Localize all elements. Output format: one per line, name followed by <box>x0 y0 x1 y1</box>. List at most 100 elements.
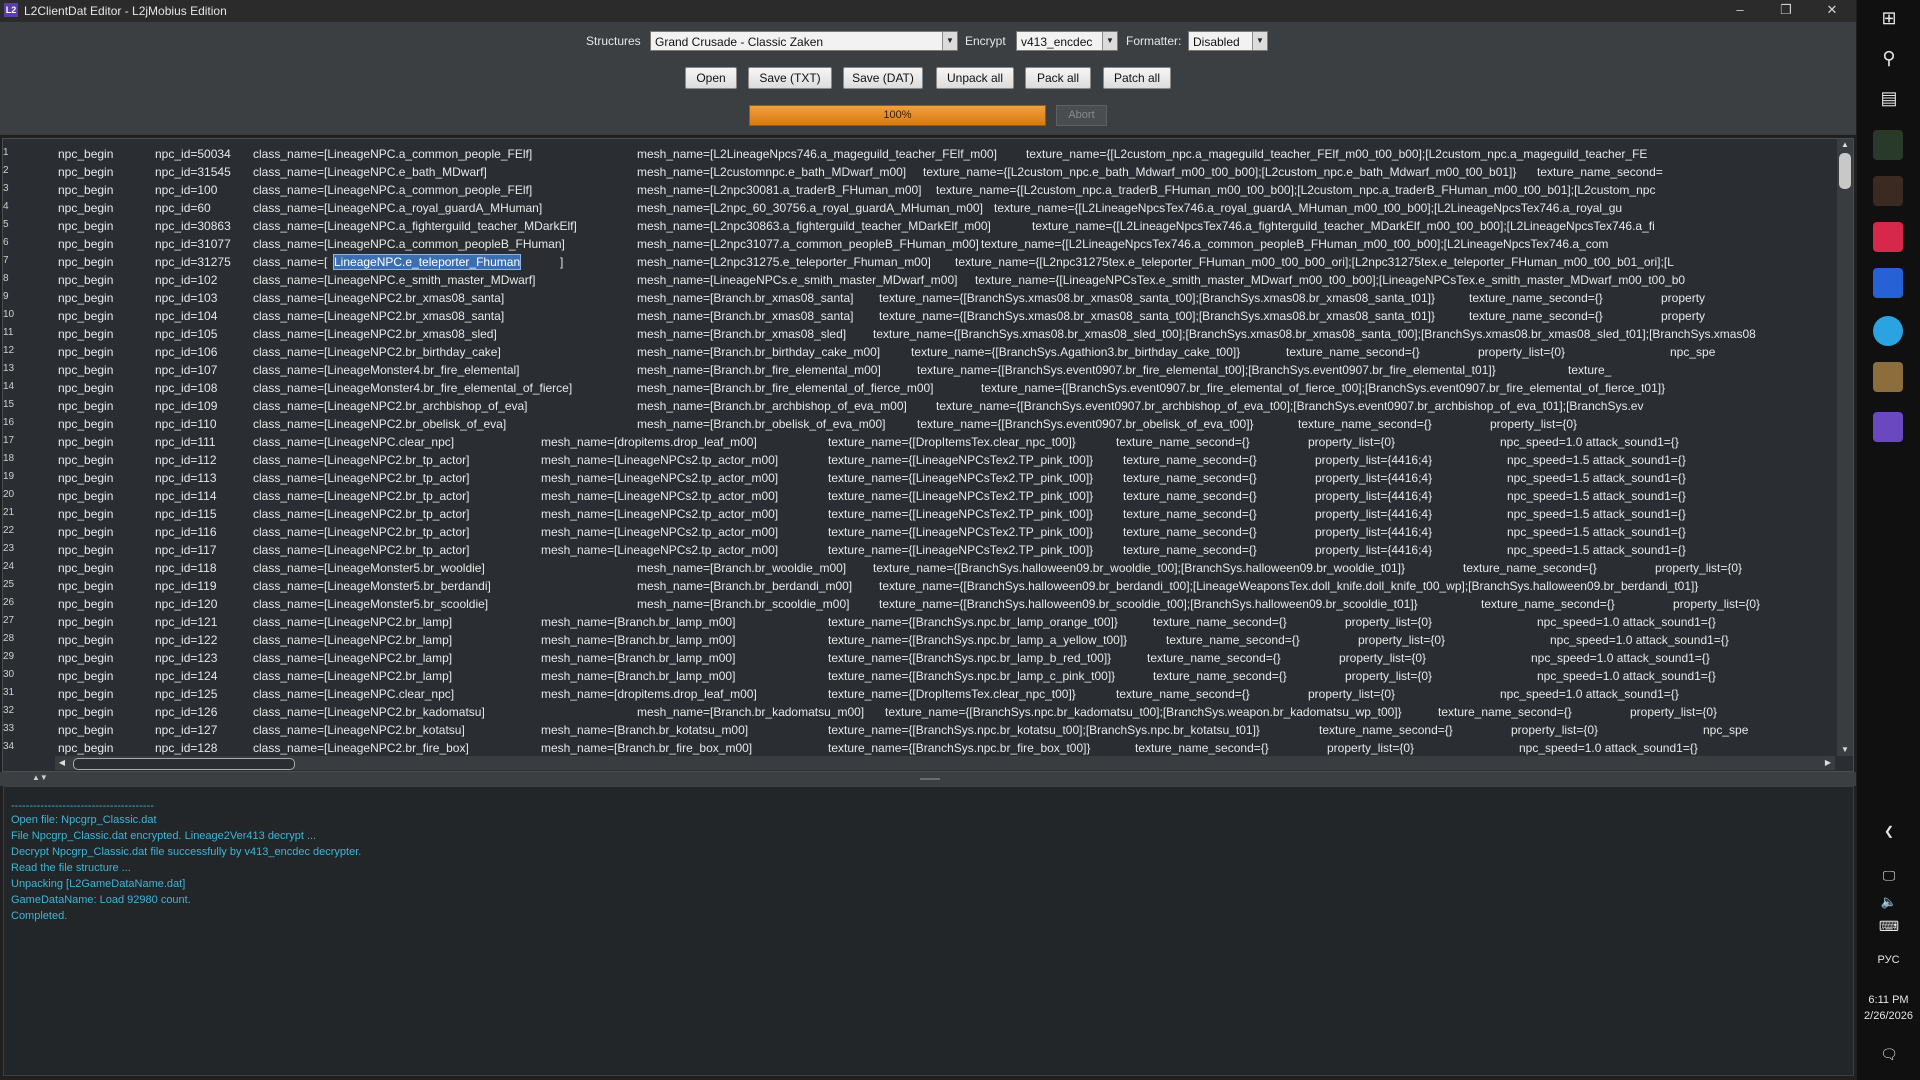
structures-select[interactable]: Grand Crusade - Classic Zaken ▼ <box>650 31 958 51</box>
collapse-arrows-icon[interactable]: ▲▼ <box>32 773 48 782</box>
token-npc-speed: npc_speed=1.0 attack_sound1={} <box>1550 633 1729 647</box>
editor-row[interactable]: 22 npc_begin npc_id=116 class_name=[Lineage… <box>3 524 1837 542</box>
editor-row[interactable]: 16 npc_begin npc_id=110 class_name=[Lineage… <box>3 416 1837 434</box>
editor-row[interactable]: 19 npc_begin npc_id=113 class_name=[Lineage… <box>3 470 1837 488</box>
open-button[interactable]: Open <box>685 67 737 89</box>
log-line: Unpacking [L2GameDataName.dat] <box>11 878 186 890</box>
token-property-list: property_list={4416;4} <box>1315 525 1433 539</box>
taskbar: ⊞ ⚲ ▤ ❮ 🖵 🔈 ⌨ РУС 6:11 PM 2/26/2026 🗨 <box>1857 0 1920 1080</box>
text-editor[interactable]: 1 npc_begin npc_id=50034 class_name=[Lineag… <box>2 138 1854 772</box>
abort-button[interactable]: Abort <box>1056 105 1107 126</box>
editor-row[interactable]: 14 npc_begin npc_id=108 class_name=[Lineage… <box>3 380 1837 398</box>
save-dat-button[interactable]: Save (DAT) <box>843 67 923 89</box>
app-icon-2[interactable] <box>1873 176 1903 206</box>
scrollbar-thumb[interactable] <box>73 758 295 770</box>
windows-icon[interactable]: ⊞ <box>1877 8 1901 29</box>
editor-row[interactable]: 18 npc_begin npc_id=112 class_name=[Lineage… <box>3 452 1837 470</box>
token-texture-second: texture_name_second={} <box>1319 723 1453 737</box>
token-texture-name: texture_name={[BranchSys.event0907.br_fi… <box>917 363 1496 377</box>
token-mesh-name: mesh_name=[Branch.br_lamp_m00] <box>541 615 736 629</box>
token-begin: npc_begin <box>58 741 114 755</box>
formatter-select[interactable]: Disabled ▼ <box>1188 31 1268 51</box>
pack-all-button[interactable]: Pack all <box>1025 67 1091 89</box>
token-texture-name: texture_name={[L2custom_npc.a_traderB_FH… <box>936 183 1656 197</box>
scroll-up-icon[interactable]: ▲ <box>1837 139 1853 151</box>
scroll-down-icon[interactable]: ▼ <box>1837 744 1853 756</box>
app-icon-1[interactable] <box>1873 130 1903 160</box>
editor-row[interactable]: 21 npc_begin npc_id=115 class_name=[Lineage… <box>3 506 1837 524</box>
search-icon[interactable]: ⚲ <box>1877 48 1901 69</box>
keyboard-icon[interactable]: ⌨ <box>1877 918 1901 935</box>
editor-row[interactable]: 17 npc_begin npc_id=111 class_name=[Lineage… <box>3 434 1837 452</box>
vertical-scrollbar[interactable]: ▲ ▼ <box>1837 139 1853 756</box>
editor-row[interactable]: 31 npc_begin npc_id=125 class_name=[Lineage… <box>3 686 1837 704</box>
editor-row[interactable]: 23 npc_begin npc_id=117 class_name=[Lineage… <box>3 542 1837 560</box>
patch-all-button[interactable]: Patch all <box>1103 67 1171 89</box>
editor-row[interactable]: 12 npc_begin npc_id=106 class_name=[Lineage… <box>3 344 1837 362</box>
editor-row[interactable]: 13 npc_begin npc_id=107 class_name=[Lineage… <box>3 362 1837 380</box>
maximize-button[interactable]: ❐ <box>1764 0 1808 22</box>
clock-date[interactable]: 2/26/2026 <box>1857 1010 1920 1022</box>
network-icon[interactable]: 🖵 <box>1877 868 1901 884</box>
editor-row[interactable]: 32 npc_begin npc_id=126 class_name=[Lineage… <box>3 704 1837 722</box>
language-indicator[interactable]: РУС <box>1857 954 1920 966</box>
editor-row[interactable]: 25 npc_begin npc_id=119 class_name=[Lineage… <box>3 578 1837 596</box>
clock-time[interactable]: 6:11 PM <box>1857 994 1920 1006</box>
editor-row[interactable]: 26 npc_begin npc_id=120 class_name=[Lineage… <box>3 596 1837 614</box>
telegram-icon[interactable] <box>1873 316 1903 346</box>
editor-row[interactable]: 34 npc_begin npc_id=128 class_name=[Lineage… <box>3 740 1837 756</box>
editor-row[interactable]: 11 npc_begin npc_id=105 class_name=[Lineage… <box>3 326 1837 344</box>
line-number: 23 <box>3 543 15 554</box>
encrypt-select[interactable]: v413_encdec ▼ <box>1016 31 1118 51</box>
app-window: L2 L2ClientDat Editor - L2jMobius Editio… <box>0 0 1856 1080</box>
editor-row[interactable]: 15 npc_begin npc_id=109 class_name=[Lineage… <box>3 398 1837 416</box>
volume-icon[interactable]: 🔈 <box>1877 894 1901 910</box>
editor-row[interactable]: 20 npc_begin npc_id=114 class_name=[Lineage… <box>3 488 1837 506</box>
horizontal-scrollbar[interactable]: ◀ ▶ <box>55 756 1835 770</box>
token-texture-second: texture_name_second={} <box>1469 291 1603 305</box>
scrollbar-thumb[interactable] <box>1839 153 1851 189</box>
editor-row[interactable]: 5 npc_begin npc_id=30863 class_name=[Lineag… <box>3 218 1837 236</box>
selected-text[interactable]: LineageNPC.e_teleporter_Fhuman <box>332 254 522 270</box>
token-texture-name: texture_name={[LineageNPCsTex2.TP_pink_t… <box>828 543 1094 557</box>
editor-row[interactable]: 1 npc_begin npc_id=50034 class_name=[Lineag… <box>3 146 1837 164</box>
task-view-icon[interactable]: ▤ <box>1877 88 1901 109</box>
token-npc-id: npc_id=117 <box>155 543 217 557</box>
token-npc-id: npc_id=106 <box>155 345 218 359</box>
app-icon-5[interactable] <box>1873 362 1903 392</box>
editor-row[interactable]: 33 npc_begin npc_id=127 class_name=[Lineage… <box>3 722 1837 740</box>
unpack-all-button[interactable]: Unpack all <box>936 67 1014 89</box>
line-number: 26 <box>3 597 15 608</box>
divider-grip[interactable] <box>920 778 940 780</box>
editor-row[interactable]: 6 npc_begin npc_id=31077 class_name=[Lineag… <box>3 236 1837 254</box>
notification-icon[interactable]: 🗨 <box>1877 1046 1901 1063</box>
app-icon-4[interactable] <box>1873 268 1903 298</box>
scroll-right-icon[interactable]: ▶ <box>1821 756 1835 770</box>
app-icon-3[interactable] <box>1873 222 1903 252</box>
token-texture-name: texture_name={[DropItemsTex.clear_npc_t0… <box>828 687 1076 701</box>
scroll-left-icon[interactable]: ◀ <box>55 756 69 770</box>
token-npc-id: npc_id=128 <box>155 741 218 755</box>
token-mesh-name: mesh_name=[Branch.br_xmas08_santa] <box>637 291 854 305</box>
token-npc-speed: npc_speed=1.0 attack_sound1={} <box>1531 651 1710 665</box>
editor-row[interactable]: 2 npc_begin npc_id=31545 class_name=[Lineag… <box>3 164 1837 182</box>
editor-row[interactable]: 8 npc_begin npc_id=102 class_name=[LineageN… <box>3 272 1837 290</box>
editor-row[interactable]: 9 npc_begin npc_id=103 class_name=[LineageN… <box>3 290 1837 308</box>
chevron-left-icon[interactable]: ❮ <box>1877 824 1901 838</box>
editor-row[interactable]: 7 npc_begin npc_id=31275 class_name=[Lineag… <box>3 254 1837 272</box>
save-txt-button[interactable]: Save (TXT) <box>748 67 832 89</box>
token-property-list: property_list={0} <box>1345 615 1433 629</box>
editor-row[interactable]: 10 npc_begin npc_id=104 class_name=[Lineage… <box>3 308 1837 326</box>
minimize-button[interactable]: – <box>1718 0 1762 22</box>
editor-row[interactable]: 24 npc_begin npc_id=118 class_name=[Lineage… <box>3 560 1837 578</box>
editor-row[interactable]: 29 npc_begin npc_id=123 class_name=[Lineage… <box>3 650 1837 668</box>
editor-row[interactable]: 28 npc_begin npc_id=122 class_name=[Lineage… <box>3 632 1837 650</box>
editor-row[interactable]: 30 npc_begin npc_id=124 class_name=[Lineage… <box>3 668 1837 686</box>
editor-row[interactable]: 27 npc_begin npc_id=121 class_name=[Lineage… <box>3 614 1837 632</box>
editor-row[interactable]: 3 npc_begin npc_id=100 class_name=[LineageN… <box>3 182 1837 200</box>
l2-editor-icon[interactable] <box>1873 412 1903 442</box>
token-mesh-name: mesh_name=[Branch.br_birthday_cake_m00] <box>637 345 881 359</box>
editor-row[interactable]: 4 npc_begin npc_id=60 class_name=[LineageNP… <box>3 200 1837 218</box>
close-button[interactable]: ✕ <box>1810 0 1854 22</box>
split-pane-divider[interactable]: ▲▼ <box>0 772 1856 786</box>
